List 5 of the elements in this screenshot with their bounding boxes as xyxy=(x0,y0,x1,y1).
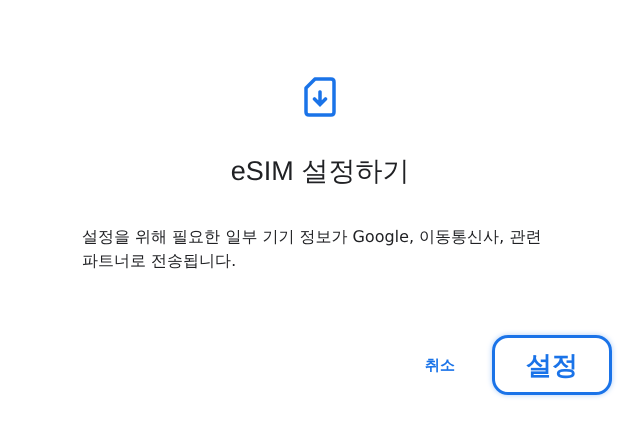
dialog-title: eSIM 설정하기 xyxy=(230,155,410,188)
confirm-button[interactable]: 설정 xyxy=(492,335,612,395)
dialog-message: 설정을 위해 필요한 일부 기기 정보가 Google, 이동통신사, 관련 파트너로 전송됩니다. xyxy=(82,226,542,272)
sim-card-download-icon xyxy=(304,77,336,117)
cancel-button[interactable]: 취소 xyxy=(420,348,460,382)
